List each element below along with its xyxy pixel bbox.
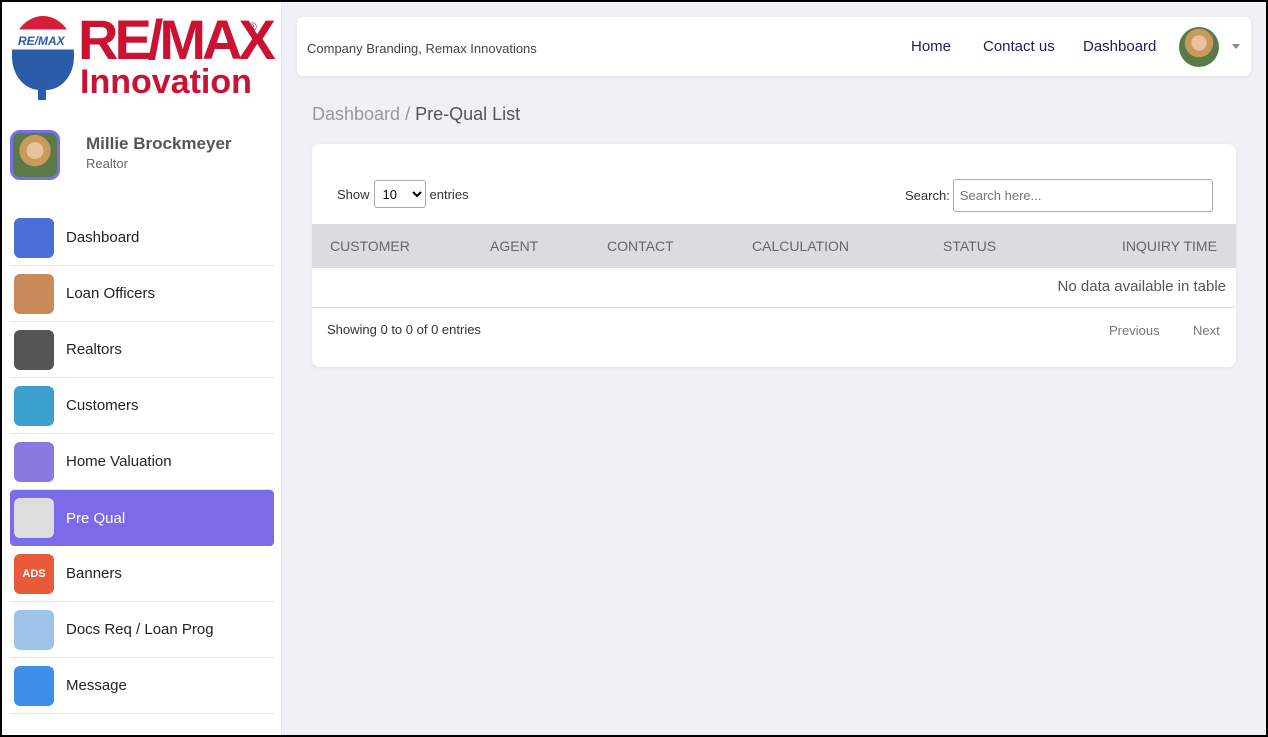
breadcrumb-parent[interactable]: Dashboard: [312, 104, 400, 124]
chat-bubbles-icon: [14, 665, 54, 706]
table-header: CUSTOMER AGENT CONTACT CALCULATION STATU…: [312, 224, 1236, 268]
page-size-select[interactable]: 102550100: [373, 180, 426, 208]
balloon-basket: [38, 90, 46, 100]
page-size-control: Show 102550100 entries: [337, 180, 469, 208]
house-coin-icon: [14, 441, 54, 482]
empty-table-message: No data available in table: [1057, 278, 1226, 295]
sidebar-item-banners[interactable]: ADS Banners: [10, 546, 274, 602]
user-avatar-menu[interactable]: [1179, 27, 1219, 67]
company-branding: Company Branding, Remax Innovations: [307, 41, 537, 56]
sidebar-item-pre-qual[interactable]: Pre Qual: [10, 490, 274, 546]
sidebar-item-message[interactable]: Message: [10, 658, 274, 714]
table-info: Showing 0 to 0 of 0 entries: [327, 322, 481, 337]
avatar[interactable]: [10, 130, 60, 180]
logo-subtext: Innovation: [80, 63, 252, 101]
sidebar-item-label: Realtors: [66, 341, 122, 358]
breadcrumb: Dashboard / Pre-Qual List: [312, 104, 520, 125]
sidebar-item-label: Customers: [66, 397, 139, 414]
previous-page-button[interactable]: Previous: [1109, 323, 1160, 338]
divider: [312, 307, 1236, 308]
ads-banner-icon: ADS: [14, 553, 54, 594]
search-control: Search:: [905, 179, 1213, 212]
column-calculation[interactable]: CALCULATION: [752, 238, 849, 254]
sidebar-item-label: Home Valuation: [66, 453, 172, 470]
top-navbar: Company Branding, Remax Innovations Home…: [297, 17, 1251, 76]
sidebar-item-loan-officers[interactable]: Loan Officers: [10, 266, 274, 322]
document-pen-icon: [14, 498, 54, 538]
sidebar-item-label: Pre Qual: [66, 509, 126, 527]
sidebar: RE/MAX RE/MAX ® Innovation Millie Brockm…: [2, 2, 282, 735]
remax-logo[interactable]: RE/MAX RE/MAX ® Innovation: [10, 8, 276, 107]
balloon-icon: RE/MAX: [12, 16, 74, 90]
nav-home-link[interactable]: Home: [911, 38, 951, 55]
user-name: Millie Brockmeyer: [86, 134, 232, 153]
user-role: Realtor: [86, 156, 128, 171]
sidebar-item-label: Docs Req / Loan Prog: [66, 621, 214, 638]
sidebar-item-docs-req-loan-prog[interactable]: Docs Req / Loan Prog: [10, 602, 274, 658]
realtors-group-icon: [14, 329, 54, 370]
nav-dashboard-link[interactable]: Dashboard: [1083, 38, 1156, 55]
chevron-down-icon[interactable]: [1232, 44, 1240, 49]
registered-mark: ®: [248, 20, 257, 34]
column-inquiry-time[interactable]: INQUIRY TIME: [1122, 238, 1217, 254]
column-contact[interactable]: CONTACT: [607, 238, 674, 254]
app-window: RE/MAX RE/MAX ® Innovation Millie Brockm…: [2, 2, 1266, 735]
sidebar-item-realtors[interactable]: Realtors: [10, 322, 274, 378]
search-input[interactable]: [952, 179, 1213, 212]
user-profile: Millie Brockmeyer Realtor: [10, 130, 270, 184]
column-customer[interactable]: CUSTOMER: [330, 238, 410, 254]
sidebar-item-label: Message: [66, 677, 127, 694]
logo-text: RE/MAX: [78, 8, 276, 71]
sidebar-item-dashboard[interactable]: Dashboard: [10, 210, 274, 266]
dashboard-monitor-icon: [14, 217, 54, 258]
documents-check-icon: [14, 609, 54, 650]
show-label: Show: [337, 186, 370, 202]
sidebar-nav: Dashboard Loan Officers Realtors Customers H…: [10, 210, 274, 714]
breadcrumb-current: Pre-Qual List: [415, 104, 521, 124]
search-label: Search:: [905, 188, 950, 203]
entries-label: entries: [429, 186, 469, 202]
nav-contact-link[interactable]: Contact us: [983, 38, 1055, 55]
sidebar-item-label: Banners: [66, 565, 122, 582]
next-page-button[interactable]: Next: [1193, 323, 1220, 338]
sidebar-item-customers[interactable]: Customers: [10, 378, 274, 434]
customers-group-icon: [14, 385, 54, 426]
breadcrumb-separator: /: [400, 104, 416, 124]
sidebar-item-home-valuation[interactable]: Home Valuation: [10, 434, 274, 490]
sidebar-item-label: Loan Officers: [66, 285, 155, 302]
loan-officer-icon: [14, 273, 54, 314]
prequal-table-card: Show 102550100 entries Search: CUSTOMER …: [312, 144, 1236, 367]
column-status[interactable]: STATUS: [943, 238, 996, 254]
column-agent[interactable]: AGENT: [490, 238, 538, 254]
sidebar-item-label: Dashboard: [66, 229, 140, 246]
